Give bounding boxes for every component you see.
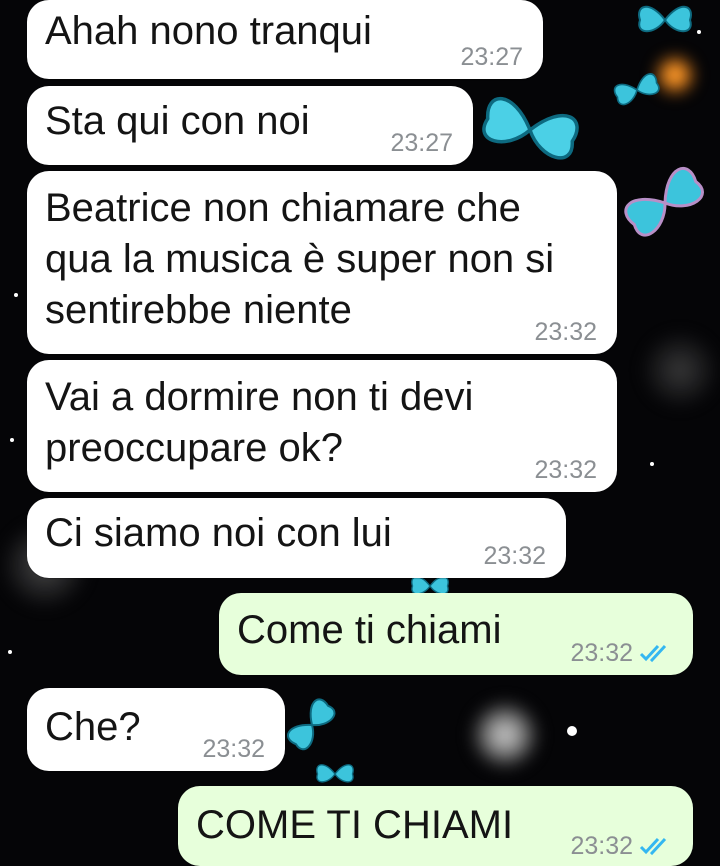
message-time: 23:27 [390,129,453,157]
incoming-message[interactable]: Ci siamo noi con lui 23:32 [27,498,566,578]
star-dot [8,650,12,654]
message-text: Sta qui con noi [45,99,310,143]
message-time: 23:32 [202,735,265,763]
message-text: COME TI CHIAMI [196,803,514,847]
message-timestamp: 23:32 [483,542,546,570]
message-time: 23:32 [534,318,597,346]
read-receipt-icon [639,837,667,856]
message-time: 23:32 [483,542,546,570]
message-text: Ahah nono tranqui [45,9,372,53]
message-timestamp: 23:32 [570,832,633,860]
message-text: Ci siamo noi con lui [45,511,392,555]
message-time: 23:27 [460,43,523,71]
message-timestamp: 23:32 [202,735,265,763]
message-text: Vai a dormire non ti devi preoccupare ok… [45,375,474,470]
message-timestamp: 23:27 [390,129,453,157]
message-text: Come ti chiami [237,608,502,652]
message-timestamp: 23:27 [460,43,523,71]
butterfly-decoration [482,97,579,160]
star-dot [650,462,654,466]
outgoing-message[interactable]: COME TI CHIAMI 23:32 [178,786,693,866]
incoming-message[interactable]: Beatrice non chiamare che qua la musica … [27,171,617,354]
message-text: Che? [45,705,141,749]
butterfly-decoration [624,166,704,237]
incoming-message[interactable]: Sta qui con noi 23:27 [27,86,473,165]
message-text: Beatrice non chiamare che qua la musica … [45,186,555,332]
butterfly-decoration [316,764,354,783]
star-dot [10,438,14,442]
bokeh-light [470,700,540,770]
incoming-message[interactable]: Che? 23:32 [27,688,285,771]
outgoing-message[interactable]: Come ti chiami 23:32 [219,593,693,675]
message-time: 23:32 [570,639,673,667]
message-time: 23:32 [570,832,673,860]
incoming-message[interactable]: Ahah nono tranqui 23:27 [27,0,543,79]
message-timestamp: 23:32 [570,639,633,667]
read-receipt-icon [639,644,667,663]
incoming-message[interactable]: Vai a dormire non ti devi preoccupare ok… [27,360,617,492]
butterfly-decoration [638,5,692,33]
message-timestamp: 23:32 [534,318,597,346]
star-dot [14,293,18,297]
message-timestamp: 23:32 [534,456,597,484]
message-time: 23:32 [534,456,597,484]
bokeh-light [640,330,720,410]
star-dot [567,726,577,736]
